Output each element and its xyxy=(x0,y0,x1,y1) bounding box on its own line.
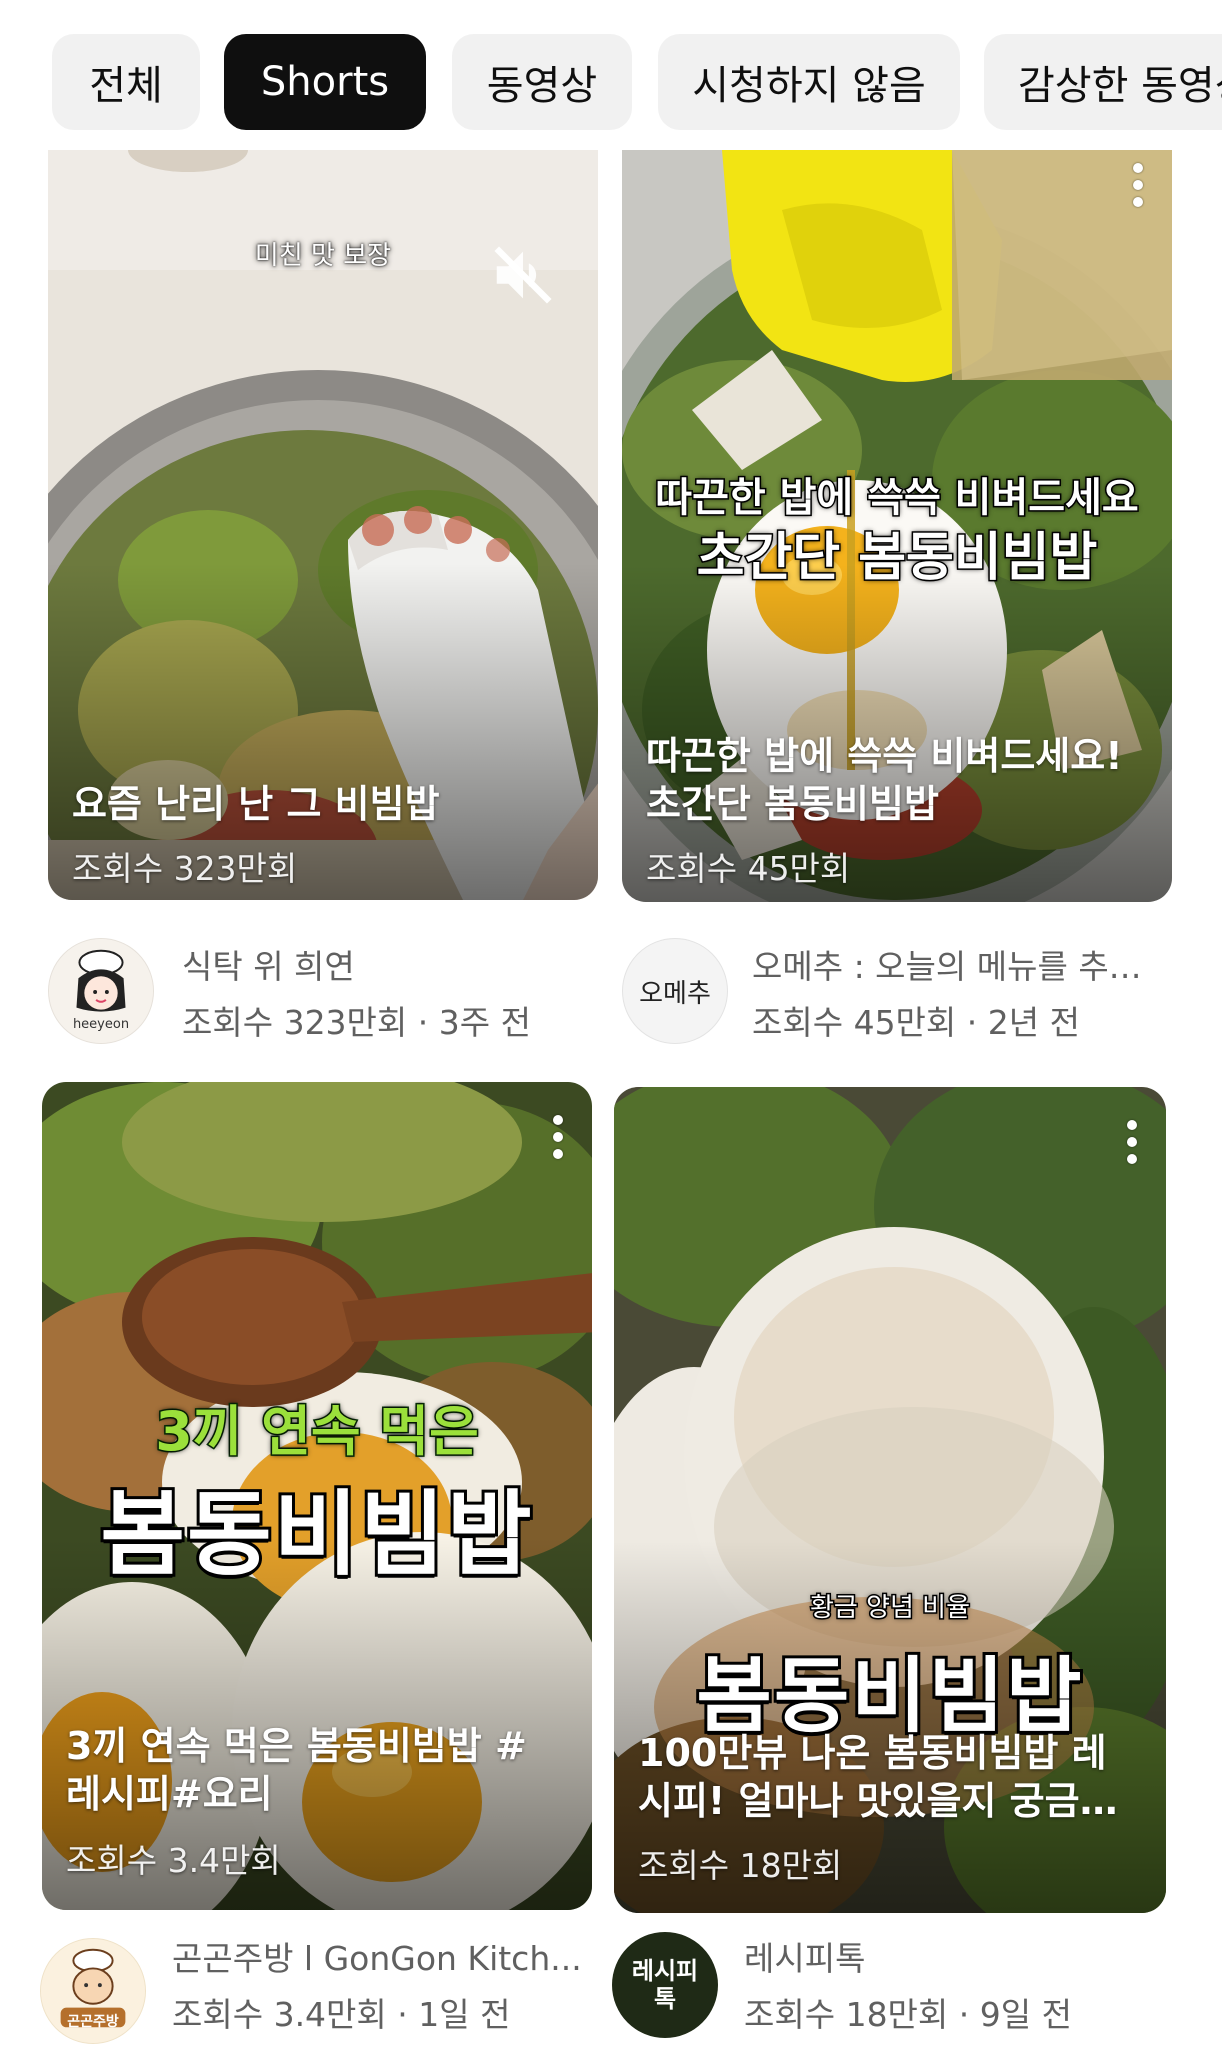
short-title: 요즘 난리 난 그 비빔밥 xyxy=(72,782,440,826)
video-meta: 조회수 3.4만회 · 1일 전 xyxy=(172,1995,511,2034)
short-view-count: 조회수 18만회 xyxy=(638,1846,843,1885)
short-title: 3끼 연속 먹은 봄동비빔밥 # 레시피#요리 xyxy=(66,1724,527,1816)
channel-avatar-3[interactable]: 곤곤주방 xyxy=(40,1938,146,2044)
video-meta: 조회수 323만회 · 3주 전 xyxy=(182,1003,531,1042)
short-title: 따끈한 밥에 쓱쓱 비벼드세요! 초간단 봄동비빔밥 xyxy=(646,734,1123,826)
avatar-text: 오메추 xyxy=(639,978,711,1009)
overlay-caption-green: 3끼 연속 먹은 xyxy=(154,1399,481,1465)
short-view-count: 조회수 45만회 xyxy=(646,849,851,888)
short-thumbnail-1[interactable]: 미친 맛 보장 요즘 난리 난 그 비빔밥 조회수 323만회 xyxy=(48,150,598,900)
more-options-icon[interactable] xyxy=(1118,150,1158,220)
overlay-caption-small: 황금 양념 비율 xyxy=(808,1592,971,1625)
channel-name[interactable]: 레시피톡 xyxy=(744,1932,1164,1980)
chip-unwatched[interactable]: 시청하지 않음 xyxy=(658,34,960,130)
video-meta: 조회수 45만회 · 2년 전 xyxy=(752,1003,1080,1042)
avatar-text: heeyeon xyxy=(72,1017,130,1032)
avatar-text: 레시피톡 xyxy=(631,1957,699,2013)
channel-avatar-2[interactable]: 오메추 xyxy=(622,938,728,1044)
channel-name[interactable]: 곤곤주방 l GonGon Kitch... xyxy=(172,1932,592,1980)
video-meta: 조회수 18만회 · 9일 전 xyxy=(744,1995,1072,2034)
more-options-icon[interactable] xyxy=(538,1102,578,1172)
short-view-count: 조회수 323만회 xyxy=(72,849,298,888)
filter-chip-bar: 전체 Shorts 동영상 시청하지 않음 감상한 동영상 xyxy=(0,0,1222,150)
chip-all[interactable]: 전체 xyxy=(52,34,200,130)
overlay-caption-big: 봄동비빔밥 xyxy=(97,1478,534,1591)
channel-avatar-1[interactable]: heeyeon xyxy=(48,938,154,1044)
volume-off-icon[interactable] xyxy=(488,240,558,310)
avatar-text: 곤곤주방 xyxy=(67,2014,119,2030)
short-thumbnail-3[interactable]: 3끼 연속 먹은 봄동비빔밥 3끼 연속 먹은 봄동비빔밥 # 레시피#요리 조… xyxy=(42,1082,592,1910)
short-title: 100만뷰 나온 봄동비빔밥 레시피! 얼마나 맛있을지 궁금… xyxy=(638,1731,1118,1823)
more-options-icon[interactable] xyxy=(1112,1107,1152,1177)
short-view-count: 조회수 3.4만회 xyxy=(66,1841,281,1880)
channel-avatar-4[interactable]: 레시피톡 xyxy=(612,1932,718,2038)
chip-videos[interactable]: 동영상 xyxy=(452,34,632,130)
channel-name[interactable]: 오메추 : 오늘의 메뉴를 추… xyxy=(752,940,1152,988)
channel-name[interactable]: 식탁 위 희연 xyxy=(182,940,582,988)
short-thumbnail-4[interactable]: 황금 양념 비율 봄동비빔밥 100만뷰 나온 봄동비빔밥 레시피! 얼마나 맛… xyxy=(614,1087,1166,1913)
overlay-caption-line2: 초간단 봄동비빔밥 xyxy=(695,527,1099,590)
short-thumbnail-2[interactable]: 따끈한 밥에 쓱쓱 비벼드세요 초간단 봄동비빔밥 따끈한 밥에 쓱쓱 비벼드세… xyxy=(622,150,1172,902)
chip-shorts[interactable]: Shorts xyxy=(224,34,426,130)
chip-watched[interactable]: 감상한 동영상 xyxy=(984,34,1222,130)
